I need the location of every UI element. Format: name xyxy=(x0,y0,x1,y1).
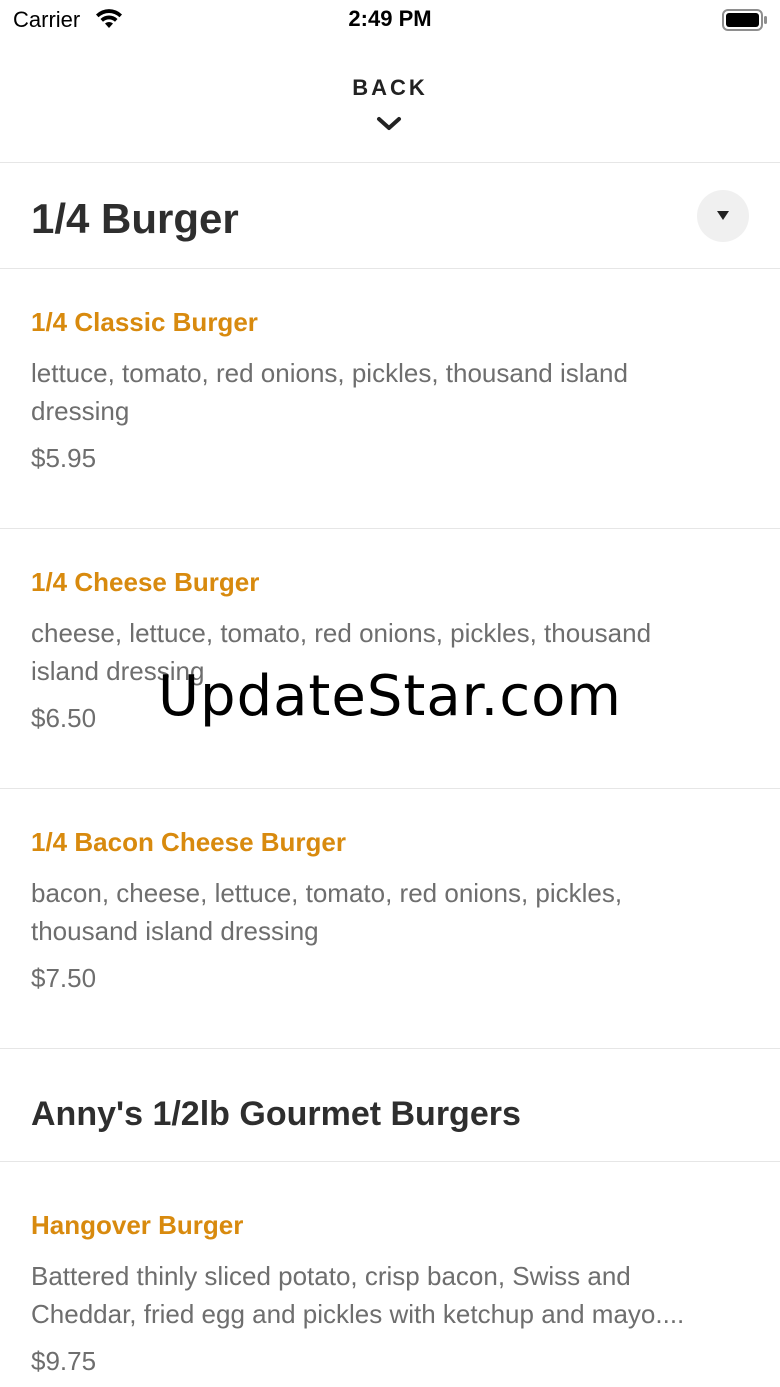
caret-down-icon[interactable] xyxy=(717,211,729,220)
item-price: $9.75 xyxy=(31,1346,97,1376)
section-title: Anny's 1/2lb Gourmet Burgers xyxy=(31,1095,521,1133)
menu-item[interactable]: 1/4 Bacon Cheese Burger bacon, cheese, l… xyxy=(0,789,780,1049)
item-name[interactable]: 1/4 Classic Burger xyxy=(31,307,258,338)
menu-item[interactable]: 1/4 Cheese Burger cheese, lettuce, tomat… xyxy=(0,529,780,789)
back-header[interactable]: BACK xyxy=(0,40,780,163)
item-name[interactable]: 1/4 Bacon Cheese Burger xyxy=(31,827,346,858)
item-description: bacon, cheese, lettuce, tomato, red onio… xyxy=(31,878,623,946)
section-title: 1/4 Burger xyxy=(31,195,239,242)
collapse-button[interactable] xyxy=(697,190,749,242)
status-bar: Carrier 2:49 PM xyxy=(0,0,780,40)
watermark: UpdateStar.com xyxy=(158,664,622,729)
item-name[interactable]: 1/4 Cheese Burger xyxy=(31,567,259,598)
section-header[interactable]: 1/4 Burger xyxy=(0,163,780,269)
battery-icon xyxy=(722,9,767,31)
menu-screen: Carrier 2:49 PM BACK 1/4 Burger 1/4 Clas… xyxy=(0,0,780,1387)
clock: 2:49 PM xyxy=(348,6,432,31)
item-description: Battered thinly sliced potato, crisp bac… xyxy=(31,1261,685,1329)
back-button[interactable]: BACK xyxy=(0,75,780,101)
item-price: $7.50 xyxy=(31,963,97,993)
menu-item[interactable]: 1/4 Classic Burger lettuce, tomato, red … xyxy=(0,269,780,529)
item-description: lettuce, tomato, red onions, pickles, th… xyxy=(31,358,628,426)
item-price: $5.95 xyxy=(31,443,97,473)
chevron-down-icon[interactable] xyxy=(376,115,402,133)
menu-item[interactable]: Hangover Burger Battered thinly sliced p… xyxy=(0,1162,780,1387)
item-name[interactable]: Hangover Burger xyxy=(31,1210,243,1241)
section-header[interactable]: Anny's 1/2lb Gourmet Burgers xyxy=(0,1049,780,1162)
